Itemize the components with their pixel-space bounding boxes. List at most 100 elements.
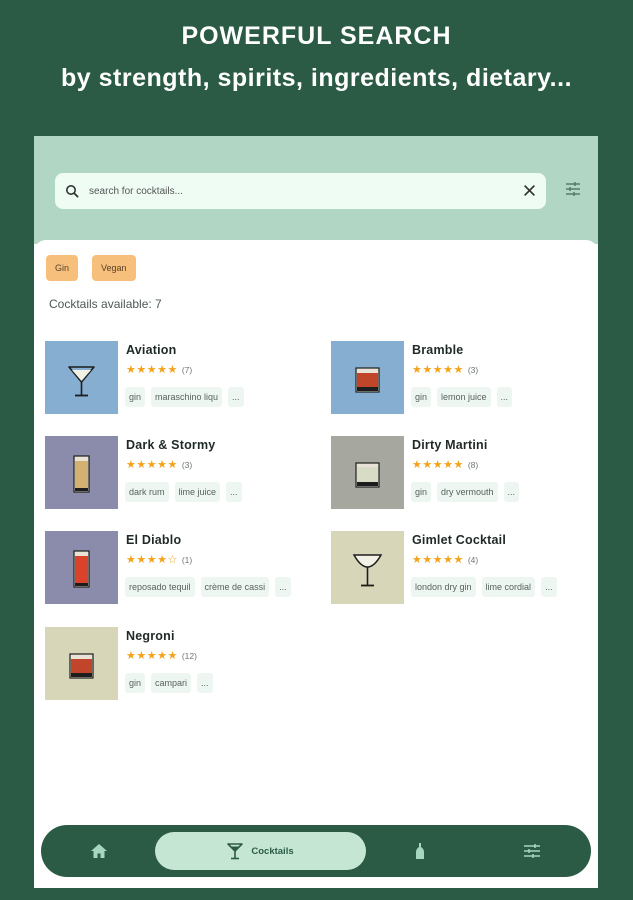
cocktail-thumbnail — [45, 627, 118, 700]
rating-count: (12) — [181, 650, 197, 661]
rating-count: (4) — [467, 554, 479, 565]
cocktail-rating: ★★★★★ (3) — [412, 363, 478, 376]
cocktail-card[interactable]: Negroni ★★★★★ (12) gin campari... — [45, 627, 315, 707]
martini-glass-icon — [68, 366, 95, 397]
ingredient-tag: campari — [151, 673, 192, 693]
cocktail-name: Dirty Martini — [412, 438, 488, 452]
rocks-glass-icon — [355, 367, 380, 393]
ingredient-tag: ... — [197, 673, 213, 693]
cocktail-card[interactable]: Gimlet Cocktail ★★★★★ (4) london dry gin lim… — [331, 531, 598, 611]
ingredient-tag: london dry gin — [411, 577, 476, 597]
rating-count: (7) — [181, 364, 193, 375]
cocktail-name: Aviation — [126, 343, 177, 357]
nav-cocktails-label: Cocktails — [251, 845, 294, 857]
ingredient-tags: reposado tequil crème de cassi... — [125, 577, 291, 597]
promo-title-line1: POWERFUL SEARCH — [181, 22, 452, 50]
cocktail-thumbnail — [45, 531, 118, 604]
coupe-glass-icon — [352, 554, 383, 587]
ingredient-tag: gin — [411, 387, 432, 407]
star-rating-icon: ★★★★★ — [126, 459, 178, 471]
cocktail-name: Gimlet Cocktail — [412, 533, 506, 547]
cocktail-card[interactable]: El Diablo ★★★★☆ (1) reposado tequil crème de… — [45, 531, 315, 611]
cocktail-rating: ★★★★★ (3) — [126, 458, 192, 471]
cocktail-rating: ★★★★★ (7) — [126, 363, 192, 376]
ingredient-tags: dark rum lime juice... — [125, 482, 242, 502]
ingredient-tags: gin maraschino liqu... — [125, 387, 244, 407]
ingredient-tag: ... — [541, 577, 557, 597]
cocktail-name: Bramble — [412, 343, 464, 357]
star-rating-icon: ★★★★★ — [126, 364, 178, 376]
ingredient-tag: lemon juice — [437, 387, 491, 407]
nav-filters[interactable] — [521, 825, 543, 877]
cocktail-card[interactable]: Aviation ★★★★★ (7) gin maraschino liqu... — [45, 341, 315, 421]
cocktail-rating: ★★★★☆ (1) — [126, 553, 192, 566]
sliders-icon — [524, 844, 540, 858]
ingredient-tag: maraschino liqu — [151, 387, 223, 407]
results-sheet: Gin Vegan Cocktails available: 7 Aviatio… — [34, 240, 598, 888]
star-rating-icon: ★★★★★ — [412, 554, 464, 566]
cocktail-thumbnail — [45, 341, 118, 414]
ingredient-tag: ... — [228, 387, 244, 407]
ingredient-tags: gin campari... — [125, 673, 213, 693]
filter-chip-gin[interactable]: Gin — [46, 255, 79, 281]
search-bar[interactable] — [55, 173, 546, 209]
cocktail-rating: ★★★★★ (8) — [412, 458, 478, 471]
rating-count: (3) — [467, 364, 479, 375]
ingredient-tag: lime cordial — [481, 577, 536, 597]
ingredient-tag: gin — [125, 673, 146, 693]
ingredient-tag: crème de cassi — [200, 577, 270, 597]
search-input[interactable] — [89, 176, 489, 206]
cocktail-name: Negroni — [126, 629, 175, 643]
star-rating-icon: ★★★★★ — [412, 459, 464, 471]
nav-home[interactable] — [87, 825, 111, 877]
ingredient-tag: ... — [503, 482, 520, 502]
nav-spirits[interactable] — [411, 825, 429, 877]
cocktail-glass-icon — [227, 843, 244, 860]
cocktail-card[interactable]: Dark & Stormy ★★★★★ (3) dark rum lime juice.… — [45, 436, 315, 516]
rocks-glass-icon — [69, 653, 94, 679]
ingredient-tag: ... — [226, 482, 242, 502]
active-filters: Gin Vegan — [46, 255, 136, 281]
search-icon — [66, 185, 79, 198]
ingredient-tags: london dry gin lime cordial... — [411, 577, 557, 597]
search-header — [34, 136, 598, 244]
cocktail-name: El Diablo — [126, 533, 182, 547]
ingredient-tag: dry vermouth — [437, 482, 498, 502]
star-rating-icon: ★★★★★ — [412, 364, 464, 376]
cocktails-count: Cocktails available: 7 — [49, 297, 162, 311]
ingredient-tag: ... — [275, 577, 291, 597]
ingredient-tag: gin — [411, 482, 432, 502]
promo-title-line2: by strength, spirits, ingredients, dieta… — [60, 64, 573, 92]
ingredient-tag: lime juice — [174, 482, 221, 502]
filter-sliders-icon[interactable] — [565, 181, 581, 197]
star-rating-icon: ★★★★★ — [126, 650, 178, 662]
phone-screen: Gin Vegan Cocktails available: 7 Aviatio… — [34, 136, 598, 888]
rocks-glass-icon — [355, 462, 380, 488]
ingredient-tags: gin dry vermouth... — [411, 482, 520, 502]
rating-count: (8) — [467, 459, 479, 470]
nav-cocktails[interactable]: Cocktails — [155, 832, 366, 870]
star-rating-icon: ★★★★☆ — [126, 554, 178, 566]
ingredient-tag: dark rum — [125, 482, 169, 502]
ingredient-tag: gin — [125, 387, 146, 407]
cocktail-rating: ★★★★★ (4) — [412, 553, 478, 566]
cocktail-thumbnail — [45, 436, 118, 509]
close-icon[interactable] — [523, 184, 536, 197]
highball-glass-icon — [73, 550, 90, 588]
ingredient-tags: gin lemon juice... — [411, 387, 513, 407]
highball-glass-icon — [73, 455, 90, 493]
filter-chip-vegan[interactable]: Vegan — [92, 255, 136, 281]
bottom-navigation: Cocktails — [41, 825, 591, 877]
cocktail-rating: ★★★★★ (12) — [126, 649, 197, 662]
ingredient-tag: reposado tequil — [125, 577, 195, 597]
cocktail-card[interactable]: Dirty Martini ★★★★★ (8) gin dry vermouth... — [331, 436, 598, 516]
cocktail-thumbnail — [331, 341, 404, 414]
home-icon — [91, 844, 107, 858]
cocktail-card[interactable]: Bramble ★★★★★ (3) gin lemon juice... — [331, 341, 598, 421]
cocktail-thumbnail — [331, 436, 404, 509]
rating-count: (3) — [181, 459, 193, 470]
rating-count: (1) — [181, 554, 193, 565]
bottle-icon — [416, 843, 424, 859]
cocktail-name: Dark & Stormy — [126, 438, 216, 452]
ingredient-tag: ... — [496, 387, 513, 407]
